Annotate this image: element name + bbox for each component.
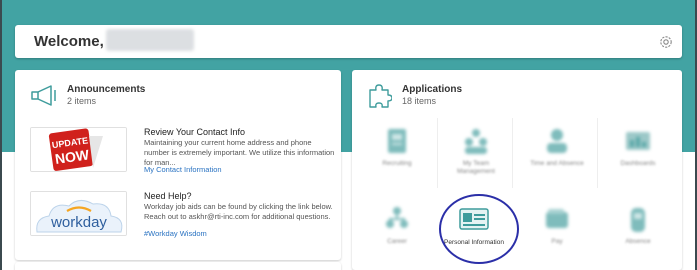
- applications-title: Applications: [402, 84, 463, 95]
- tile-label: My Team Management: [457, 160, 495, 175]
- next-card: [15, 262, 341, 270]
- tile-label: Career: [387, 238, 407, 245]
- applications-count: 18 items: [402, 96, 437, 106]
- workday-wisdom-link[interactable]: #Workday Wisdom: [144, 229, 207, 238]
- announcement-body: Workday job aids can be found by clickin…: [144, 202, 333, 221]
- workday-logo-image: workday: [30, 191, 127, 236]
- app-tile-recruiting[interactable]: Recruiting: [367, 120, 427, 184]
- announcements-title: Announcements: [67, 84, 146, 95]
- tile-divider: [437, 118, 438, 188]
- announcement-title[interactable]: Need Help?: [144, 191, 192, 201]
- app-tile-career[interactable]: Career: [367, 198, 427, 262]
- tile-label: Absence: [625, 238, 651, 245]
- announcements-card: Announcements 2 items UPDATE NOW Review …: [15, 70, 341, 260]
- app-tile-pay[interactable]: Pay: [527, 198, 587, 262]
- tile-label: Recruiting: [382, 160, 412, 167]
- clipboard-icon: [388, 129, 406, 153]
- tile-label: Time and Absence: [530, 160, 584, 167]
- user-name-redacted: [106, 29, 194, 51]
- tile-label: Dashboards: [620, 160, 656, 167]
- app-tile-my-team-management[interactable]: My Team Management: [446, 120, 506, 184]
- app-tile-absence[interactable]: Absence: [608, 198, 668, 262]
- workday-text: workday: [50, 214, 107, 231]
- team-icon: [465, 129, 487, 154]
- highlight-circle: [439, 194, 519, 264]
- suitcase-icon: [631, 208, 645, 232]
- announcement-item[interactable]: UPDATE NOW Review Your Contact Info Main…: [30, 127, 335, 175]
- app-tile-time-and-absence[interactable]: Time and Absence: [527, 120, 587, 184]
- gear-icon[interactable]: [658, 34, 674, 50]
- announcement-body: Maintaining your current home address an…: [144, 138, 335, 167]
- megaphone-icon: [31, 85, 56, 106]
- org-chart-icon: [386, 207, 408, 228]
- dashboard-icon: [626, 132, 650, 150]
- welcome-text: Welcome,: [34, 33, 104, 50]
- welcome-bar: Welcome,: [15, 25, 682, 58]
- app-tile-dashboards[interactable]: Dashboards: [608, 120, 668, 184]
- tile-divider: [512, 118, 513, 188]
- tile-label: Pay: [551, 238, 563, 245]
- announcements-count: 2 items: [67, 96, 97, 106]
- my-contact-information-link[interactable]: My Contact Information: [144, 165, 222, 174]
- window-frame-left: [0, 0, 2, 270]
- tile-divider: [597, 118, 598, 188]
- announcement-item[interactable]: workday Need Help? Workday job aids can …: [30, 191, 335, 239]
- announcement-title[interactable]: Review Your Contact Info: [144, 127, 245, 137]
- clock-person-icon: [547, 129, 567, 153]
- wallet-icon: [546, 209, 568, 228]
- update-now-image: UPDATE NOW: [30, 127, 127, 172]
- puzzle-icon: [369, 84, 392, 108]
